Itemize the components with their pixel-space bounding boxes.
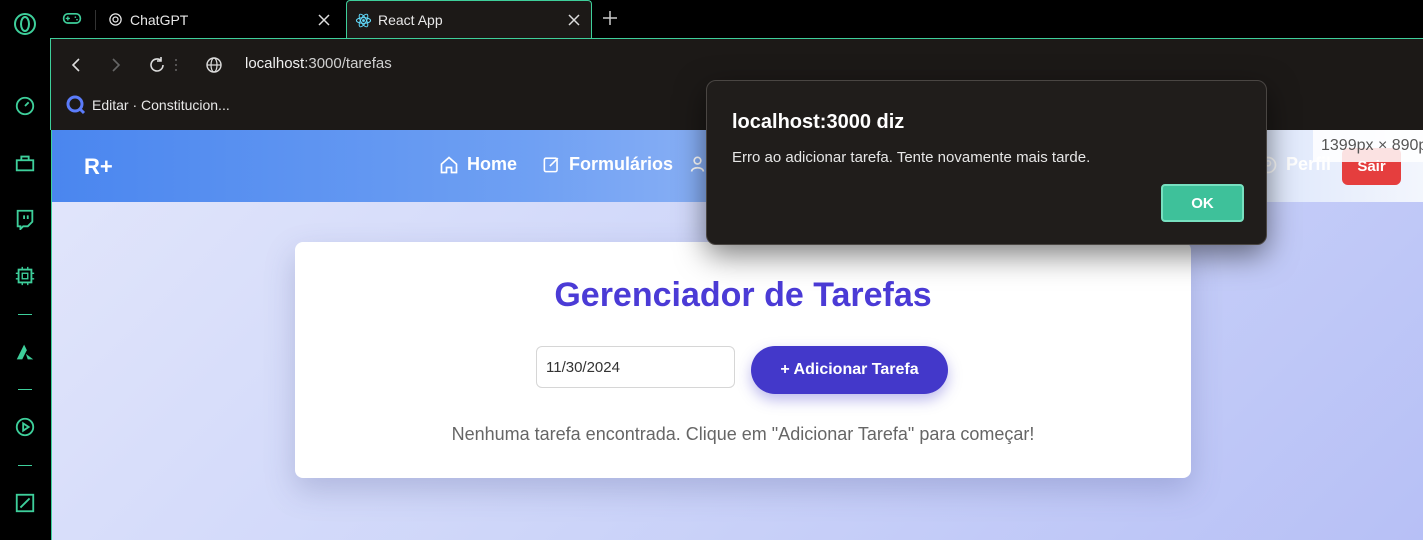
tab-strip: ChatGPT React App (50, 0, 1423, 39)
url-path: :3000/tarefas (304, 55, 392, 72)
bookmark-item[interactable]: Editar · Constitucion... (66, 95, 230, 115)
react-icon (355, 12, 372, 29)
opera-logo-icon[interactable] (13, 12, 37, 36)
chevron-right-icon (112, 58, 121, 72)
back-button[interactable] (64, 53, 88, 77)
nav-home-label: Home (467, 154, 518, 174)
task-manager-card: Gerenciador de Tarefas 11/30/2024 + Adic… (295, 242, 1191, 478)
pin-icon[interactable] (13, 491, 37, 515)
tab-label: React App (378, 12, 443, 28)
app-logo[interactable]: R+ (84, 154, 113, 180)
date-input[interactable]: 11/30/2024 (536, 346, 735, 388)
bag-icon[interactable] (13, 151, 37, 175)
add-task-button[interactable]: + Adicionar Tarefa (751, 346, 948, 394)
empty-state-message: Nenhuma tarefa encontrada. Clique em "Ad… (451, 424, 1035, 444)
viewport-size-readout: 1399px × 890px (1313, 130, 1423, 162)
chip-icon[interactable] (13, 264, 37, 288)
tab-label: ChatGPT (130, 11, 189, 28)
aria-icon[interactable] (13, 340, 37, 364)
plus-icon (602, 10, 618, 29)
bookmark-label: Editar · Constitucion... (92, 97, 230, 113)
globe-icon[interactable] (202, 53, 226, 77)
dialog-title: localhost:3000 diz (732, 111, 905, 133)
bookmark-favicon-icon (66, 95, 86, 115)
chevron-left-icon (71, 58, 80, 72)
alert-dialog: localhost:3000 diz Erro ao adicionar tar… (706, 80, 1267, 245)
tab-divider (95, 10, 96, 30)
new-tab-button[interactable] (602, 0, 626, 39)
ok-button[interactable]: OK (1161, 184, 1244, 222)
tab-react-app[interactable]: React App (346, 0, 592, 39)
more-dots-icon[interactable] (172, 53, 180, 77)
reload-icon (150, 57, 164, 72)
gamepad-icon (62, 8, 82, 31)
nav-home[interactable]: Home (439, 154, 517, 175)
nav-formularios-label: Formulários (569, 154, 674, 174)
forward-button[interactable] (104, 53, 128, 77)
sidebar-divider (18, 314, 32, 315)
openai-icon (108, 12, 123, 27)
twitch-icon[interactable] (13, 207, 37, 231)
edit-icon (542, 155, 561, 174)
sidebar-divider (18, 389, 32, 390)
page-title: Gerenciador de Tarefas (554, 276, 932, 314)
browser-sidebar (0, 0, 50, 540)
nav-formularios[interactable]: Formulários (542, 154, 673, 175)
address-bar[interactable]: localhost:3000/tarefas (245, 55, 392, 72)
player-icon[interactable] (13, 415, 37, 439)
close-icon[interactable] (566, 12, 582, 28)
sidebar-divider (18, 465, 32, 466)
speed-dial-icon[interactable] (13, 94, 37, 118)
close-icon[interactable] (316, 12, 332, 28)
reload-button[interactable] (145, 53, 169, 77)
dialog-message: Erro ao adicionar tarefa. Tente novament… (732, 149, 1091, 166)
tab-chatgpt[interactable]: ChatGPT (108, 0, 340, 39)
url-host: localhost (245, 55, 305, 72)
home-icon (439, 155, 459, 175)
tab-game[interactable] (62, 0, 92, 39)
